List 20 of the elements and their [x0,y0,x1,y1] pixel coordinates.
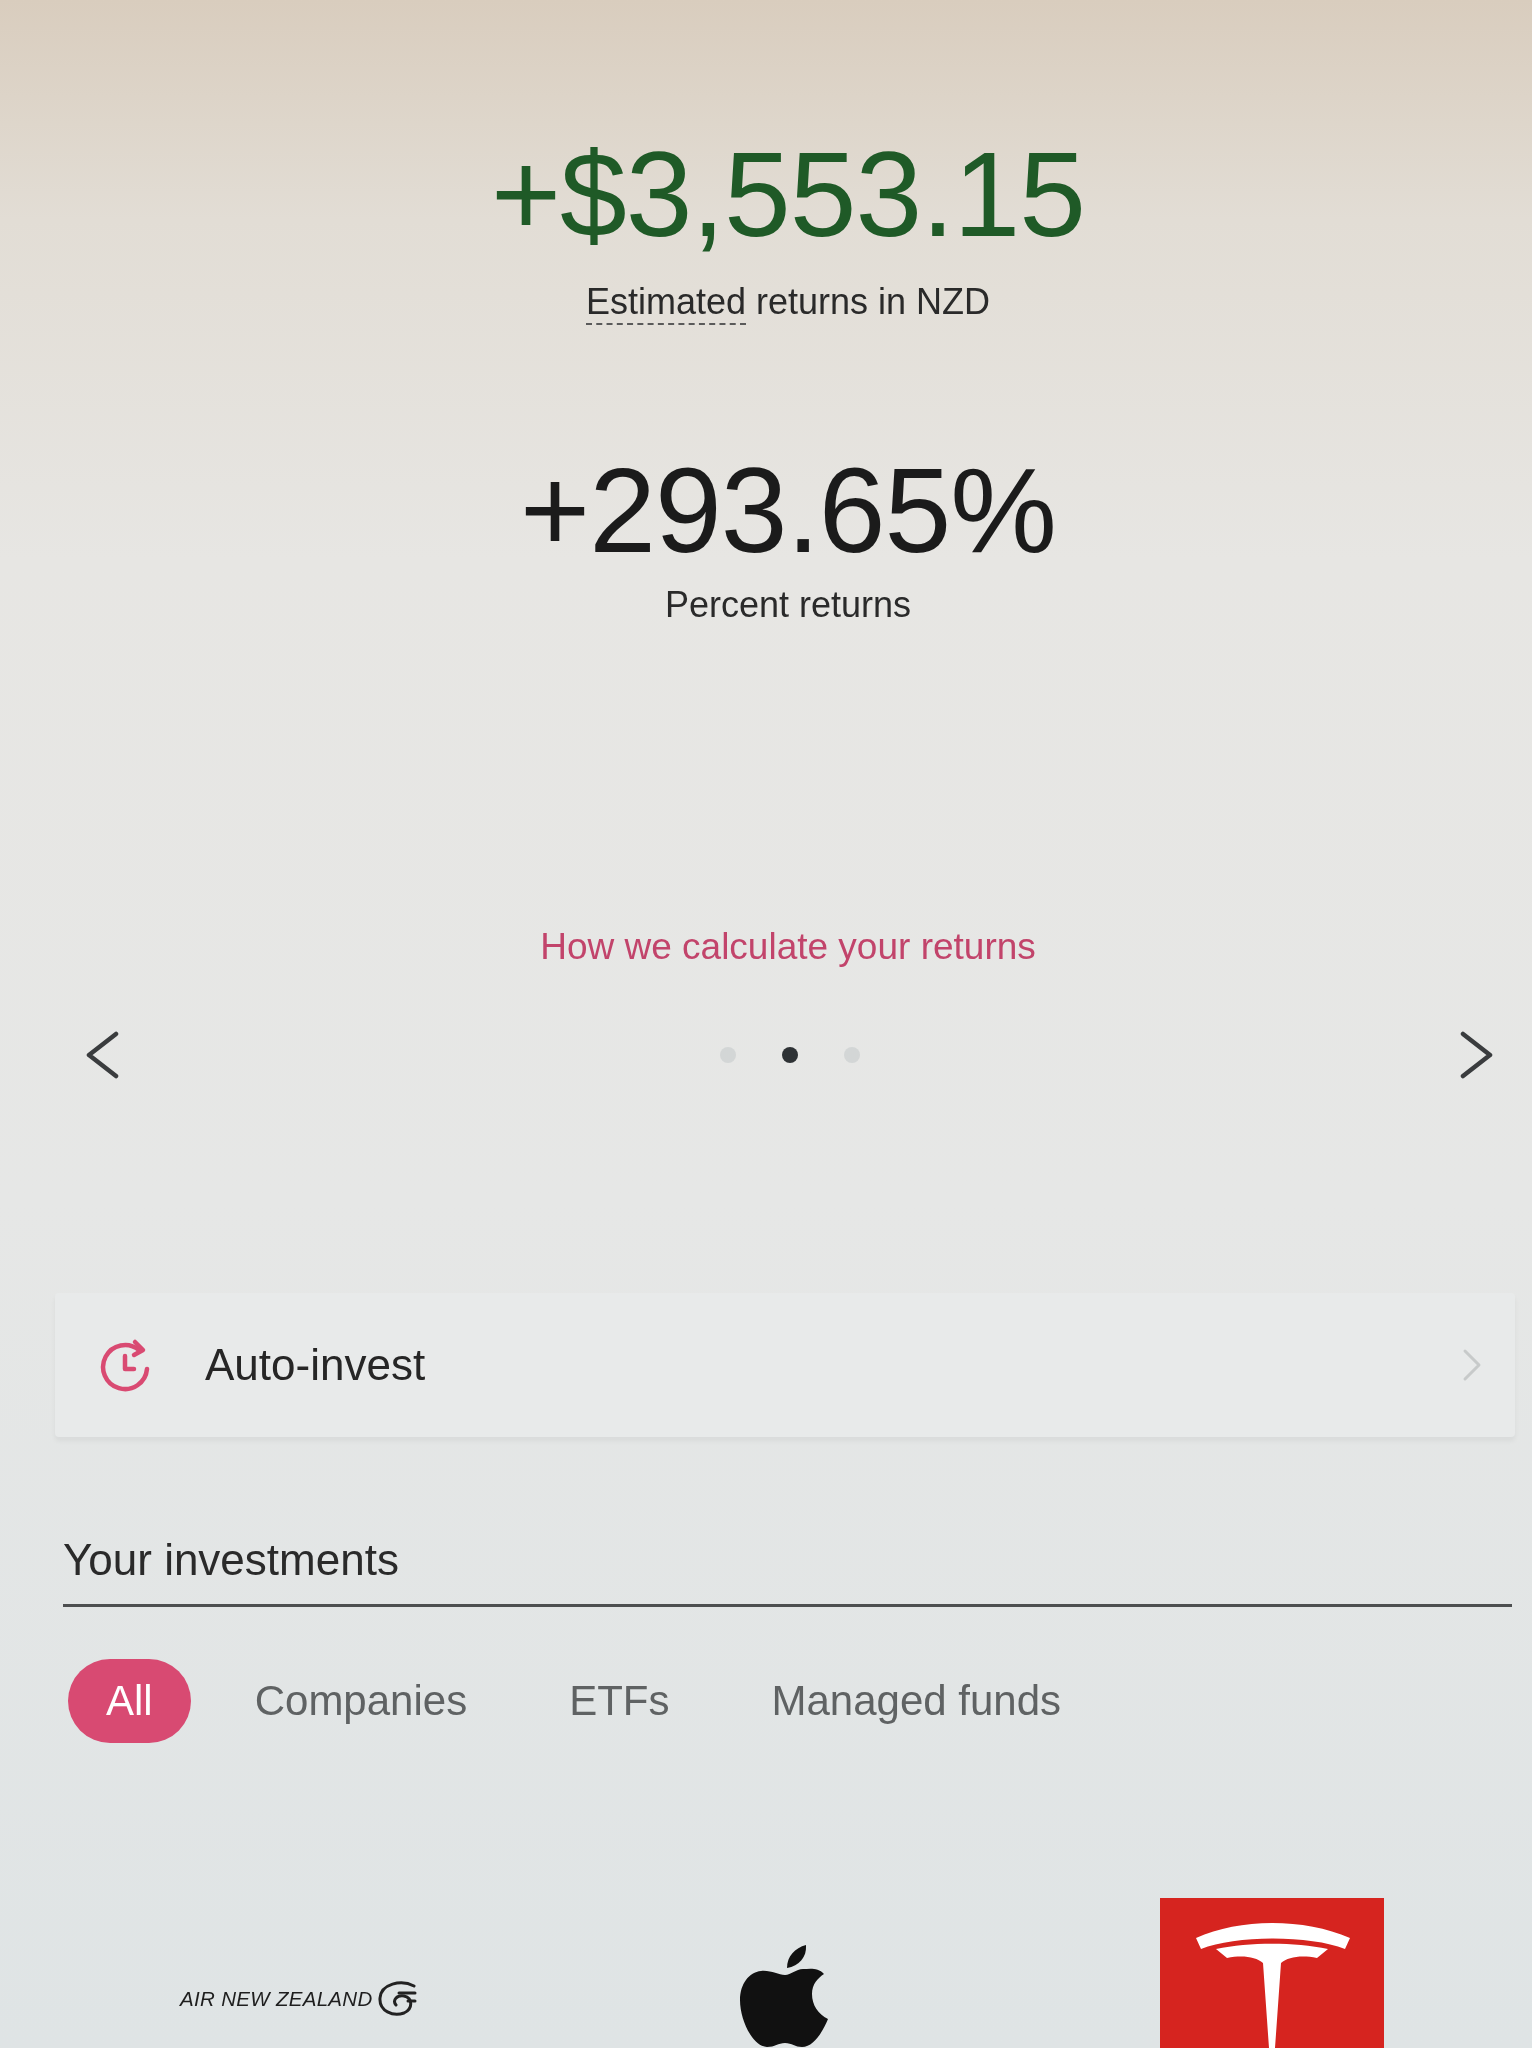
apple-icon [740,1943,830,2048]
swirl-icon [376,1979,417,2018]
filter-tab[interactable]: All [68,1658,191,1743]
logo-wordmark: AIR NEW ZEALAND [180,1986,373,2011]
chevron-left-icon[interactable] [85,1030,119,1079]
returns-amount: +$3,553.15 [491,134,1085,254]
chevron-right-icon [1462,1347,1482,1382]
tooltip-term[interactable]: Estimated [585,281,746,325]
chevron-right-icon[interactable] [1460,1030,1494,1079]
filter-tab[interactable]: Companies [216,1658,506,1743]
returns-caption: Estimated returns in NZD [585,280,991,324]
percent-returns: +293.65% [520,450,1056,571]
auto-invest-button[interactable]: Auto-invest [55,1292,1515,1437]
page-dot[interactable] [781,1046,798,1063]
section-title: Your investments [63,1533,399,1586]
filter-tab[interactable]: ETFs [531,1658,708,1743]
calculation-link[interactable]: How we calculate your returns [540,925,1036,970]
t-emblem-icon [1159,1897,1384,2048]
filter-tab[interactable]: Managed funds [733,1658,1100,1743]
percent-caption: Percent returns [664,583,912,627]
